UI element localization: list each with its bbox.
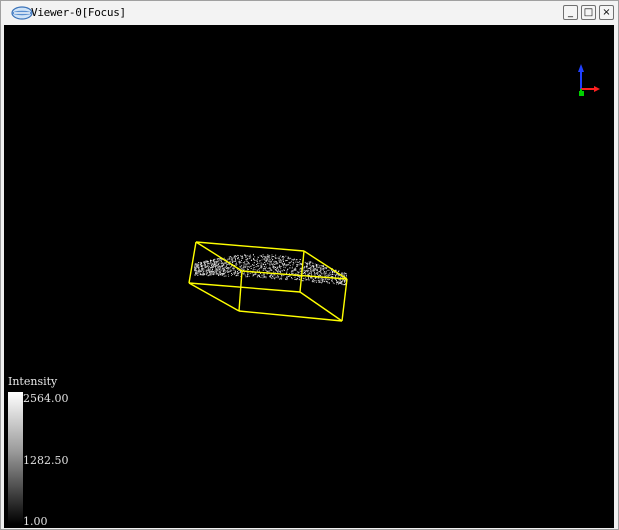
3d-viewport[interactable]: Intensity 2564.00 1282.50 1.00	[4, 25, 614, 528]
viewer-app-icon	[11, 6, 33, 20]
close-button[interactable]: ×	[599, 5, 614, 20]
minimize-button[interactable]: _	[563, 5, 578, 20]
point-cloud	[194, 253, 347, 286]
title-bar[interactable]: Viewer-0[Focus] _ □ ×	[1, 1, 618, 25]
viewer-window: Viewer-0[Focus] _ □ × Intensity 2564.00 …	[0, 0, 619, 530]
scalar-bar-min-label: 1.00	[23, 515, 48, 528]
window-title: Viewer-0[Focus]	[31, 6, 126, 19]
scalar-bar-mid-label: 1282.50	[23, 454, 69, 467]
intensity-color-bar	[8, 392, 23, 524]
scene-canvas	[188, 64, 600, 322]
scalar-bar-title: Intensity	[8, 375, 58, 388]
maximize-button[interactable]: □	[581, 5, 596, 20]
orientation-axes	[578, 64, 600, 96]
scalar-bar-max-label: 2564.00	[23, 392, 69, 405]
